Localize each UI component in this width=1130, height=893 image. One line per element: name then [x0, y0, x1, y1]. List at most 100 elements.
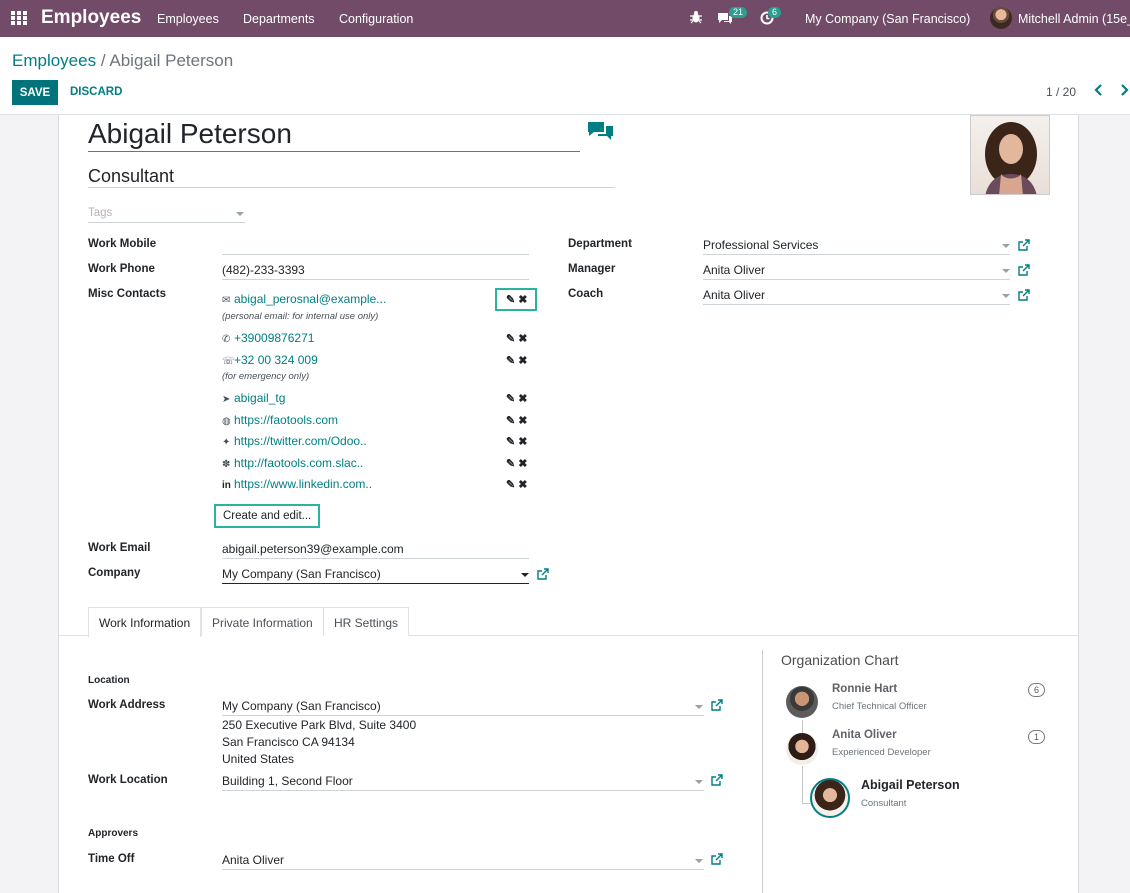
- department-dropdown-icon[interactable]: [1002, 244, 1010, 248]
- contact-personal-email[interactable]: ✉ abigal_perosnal@example...: [222, 292, 386, 306]
- pencil-icon[interactable]: ✎: [506, 479, 515, 491]
- globe-icon: ◍: [222, 416, 231, 427]
- discard-button[interactable]: DISCARD: [70, 86, 122, 98]
- menu-employees[interactable]: Employees: [157, 12, 219, 26]
- app-brand[interactable]: Employees: [41, 7, 141, 29]
- contact-twitter[interactable]: ✦ https://twitter.com/Odoo..: [222, 434, 367, 448]
- company-external-link-icon[interactable]: [537, 568, 549, 580]
- contact-telegram[interactable]: ➤ abigail_tg: [222, 391, 285, 405]
- manager-external-link-icon[interactable]: [1018, 264, 1030, 276]
- delete-icon[interactable]: ✖: [518, 458, 527, 470]
- work-address-dropdown-icon[interactable]: [695, 705, 703, 709]
- department-external-link-icon[interactable]: [1018, 239, 1030, 251]
- pager-previous-icon[interactable]: [1094, 83, 1104, 99]
- subordinates-count-badge[interactable]: 1: [1028, 730, 1045, 744]
- contact-value[interactable]: http://faotools.com.slac..: [234, 456, 363, 470]
- org-current-person-role: Consultant: [861, 798, 907, 809]
- tab-private-information[interactable]: Private Information: [201, 607, 324, 636]
- pencil-icon[interactable]: ✎: [506, 436, 515, 448]
- employee-name-input[interactable]: Abigail Peterson: [88, 118, 580, 152]
- contact-value[interactable]: https://www.linkedin.com..: [234, 477, 372, 491]
- employee-photo[interactable]: [970, 115, 1050, 195]
- delete-icon[interactable]: ✖: [518, 393, 527, 405]
- misc-contacts-label: Misc Contacts: [88, 288, 166, 300]
- email-icon: ✉: [222, 295, 231, 306]
- coach-external-link-icon[interactable]: [1018, 289, 1030, 301]
- contact-linkedin[interactable]: in https://www.linkedin.com..: [222, 477, 372, 491]
- time-off-dropdown-icon[interactable]: [695, 859, 703, 863]
- contact-emergency-phone[interactable]: ☏+32 00 324 009: [222, 353, 318, 367]
- delete-icon[interactable]: ✖: [518, 333, 527, 345]
- work-email-input[interactable]: abigail.peterson39@example.com: [222, 540, 529, 559]
- contact-website[interactable]: ◍ https://faotools.com: [222, 413, 338, 427]
- work-address-external-link-icon[interactable]: [711, 699, 723, 711]
- delete-icon[interactable]: ✖: [518, 436, 527, 448]
- user-avatar[interactable]: [990, 7, 1012, 29]
- contact-value[interactable]: +39009876271: [234, 331, 314, 345]
- pencil-icon[interactable]: ✎: [506, 294, 515, 306]
- manager-select[interactable]: Anita Oliver: [703, 261, 1010, 280]
- manager-dropdown-icon[interactable]: [1002, 269, 1010, 273]
- department-select[interactable]: Professional Services: [703, 236, 1010, 255]
- pencil-icon[interactable]: ✎: [506, 393, 515, 405]
- save-button[interactable]: SAVE: [12, 80, 58, 105]
- company-select[interactable]: My Company (San Francisco): [222, 565, 529, 584]
- address-line-street: 250 Executive Park Blvd, Suite 3400: [222, 718, 417, 732]
- pager-next-icon[interactable]: [1119, 83, 1129, 99]
- pencil-icon[interactable]: ✎: [506, 333, 515, 345]
- ronnie-hart-avatar[interactable]: [786, 686, 818, 718]
- coach-dropdown-icon[interactable]: [1002, 294, 1010, 298]
- contact-value[interactable]: https://twitter.com/Odoo..: [234, 434, 367, 448]
- tags-input[interactable]: Tags: [88, 207, 245, 223]
- pencil-icon[interactable]: ✎: [506, 355, 515, 367]
- location-section-title: Location: [88, 675, 130, 686]
- job-title-input[interactable]: Consultant: [88, 166, 615, 188]
- menu-configuration[interactable]: Configuration: [339, 12, 413, 26]
- create-and-edit-button[interactable]: Create and edit...: [214, 504, 320, 528]
- breadcrumb-employees-link[interactable]: Employees: [12, 51, 96, 70]
- contact-value[interactable]: https://faotools.com: [234, 413, 338, 427]
- work-location-dropdown-icon[interactable]: [695, 780, 703, 784]
- pager-value[interactable]: 1 / 20: [1046, 85, 1076, 99]
- apps-menu-icon[interactable]: [11, 11, 27, 25]
- subordinates-count-badge[interactable]: 6: [1028, 683, 1045, 697]
- coach-select[interactable]: Anita Oliver: [703, 286, 1010, 305]
- work-location-select[interactable]: Building 1, Second Floor: [222, 772, 704, 791]
- manager-label: Manager: [568, 263, 616, 275]
- debug-icon[interactable]: [690, 10, 702, 27]
- contact-slack[interactable]: ✽ http://faotools.com.slac..: [222, 456, 363, 470]
- work-location-external-link-icon[interactable]: [711, 774, 723, 786]
- pencil-icon[interactable]: ✎: [506, 458, 515, 470]
- company-switcher[interactable]: My Company (San Francisco): [805, 12, 970, 26]
- pencil-icon[interactable]: ✎: [506, 415, 515, 427]
- delete-icon[interactable]: ✖: [518, 479, 527, 491]
- time-off-approver-select[interactable]: Anita Oliver: [222, 851, 704, 870]
- linkedin-icon: in: [222, 480, 231, 491]
- tab-hr-settings[interactable]: HR Settings: [323, 607, 410, 636]
- org-connector: [802, 803, 810, 804]
- contact-edit-controls: ✎ ✖: [506, 392, 528, 405]
- work-address-select[interactable]: My Company (San Francisco): [222, 697, 704, 716]
- contact-value[interactable]: +32 00 324 009: [234, 353, 318, 367]
- org-person-name[interactable]: Ronnie Hart: [832, 683, 897, 695]
- contact-value[interactable]: abigal_perosnal@example...: [234, 292, 386, 306]
- contact-value[interactable]: abigail_tg: [234, 391, 285, 405]
- messages-count-badge: 21: [729, 7, 748, 18]
- company-dropdown-icon[interactable]: [521, 573, 529, 577]
- delete-icon[interactable]: ✖: [518, 355, 527, 367]
- work-phone-input[interactable]: (482)-233-3393: [222, 261, 529, 280]
- org-person-name[interactable]: Anita Oliver: [832, 729, 897, 741]
- menu-departments[interactable]: Departments: [243, 12, 315, 26]
- delete-icon[interactable]: ✖: [518, 415, 527, 427]
- tab-work-information[interactable]: Work Information: [88, 607, 202, 637]
- chat-icon[interactable]: [586, 119, 616, 145]
- contact-whatsapp[interactable]: ✆ +39009876271: [222, 331, 314, 345]
- user-menu[interactable]: Mitchell Admin (15e_: [1018, 12, 1130, 26]
- contact-edit-controls: ✎ ✖: [506, 293, 528, 306]
- time-off-external-link-icon[interactable]: [711, 853, 723, 865]
- abigail-peterson-avatar: [810, 778, 850, 818]
- delete-icon[interactable]: ✖: [518, 294, 527, 306]
- tags-dropdown-icon[interactable]: [236, 212, 244, 216]
- anita-oliver-avatar[interactable]: [786, 733, 818, 765]
- work-mobile-input[interactable]: [222, 236, 529, 255]
